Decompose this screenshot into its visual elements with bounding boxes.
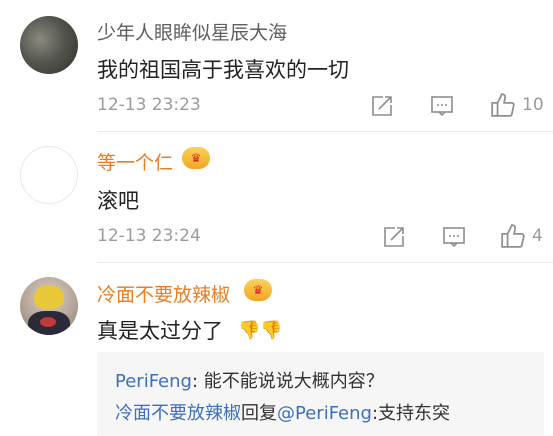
comment-time: 12-13 23:24 <box>97 226 201 246</box>
vip-badge-icon: ♛ <box>182 147 210 169</box>
comment-text: 滚吧 <box>97 189 139 213</box>
avatar[interactable] <box>20 146 78 204</box>
reply-username[interactable]: 冷面不要放辣椒 <box>115 403 241 424</box>
comment-username[interactable]: 冷面不要放辣椒 <box>97 280 230 307</box>
comment-username[interactable]: 等一个仁 <box>97 148 173 175</box>
avatar[interactable] <box>20 16 78 74</box>
comment-text: 我的祖国高于我喜欢的一切 <box>97 58 349 82</box>
thumbs-down-emoji: 👎👎 <box>238 320 283 341</box>
comment-text: 真是太过分了 <box>97 319 223 343</box>
reply-text: 能不能说说大概内容？ <box>203 371 384 392</box>
reply-text: 支持东突 <box>378 403 451 424</box>
vip-badge-icon: ♛ <box>244 279 272 301</box>
like-count: 4 <box>532 226 543 246</box>
share-icon[interactable] <box>382 225 406 249</box>
comment-username[interactable]: 少年人眼眸似星辰大海 <box>97 18 287 45</box>
reply-item[interactable]: PeriFeng: 能不能说说大概内容？ <box>115 367 384 393</box>
comment-item: 等一个仁 ♛ 滚吧 12-13 23:24 4 <box>0 132 553 262</box>
reply-mention[interactable]: @PeriFeng <box>277 403 372 424</box>
reply-item[interactable]: 冷面不要放辣椒回复@PeriFeng:支持东突 <box>115 399 450 425</box>
share-icon[interactable] <box>370 94 394 118</box>
reply-username[interactable]: PeriFeng <box>115 371 192 392</box>
reply-thread[interactable]: PeriFeng: 能不能说说大概内容？ 冷面不要放辣椒回复@PeriFeng:… <box>97 352 544 436</box>
comment-time: 12-13 23:23 <box>97 95 201 115</box>
avatar[interactable] <box>20 277 78 335</box>
comment-icon[interactable] <box>430 94 454 118</box>
comment-icon[interactable] <box>442 225 466 249</box>
like-icon[interactable] <box>490 92 516 118</box>
comment-item: 少年人眼眸似星辰大海 我的祖国高于我喜欢的一切 12-13 23:23 10 <box>0 0 553 130</box>
like-icon[interactable] <box>500 223 526 249</box>
like-count: 10 <box>522 95 544 115</box>
